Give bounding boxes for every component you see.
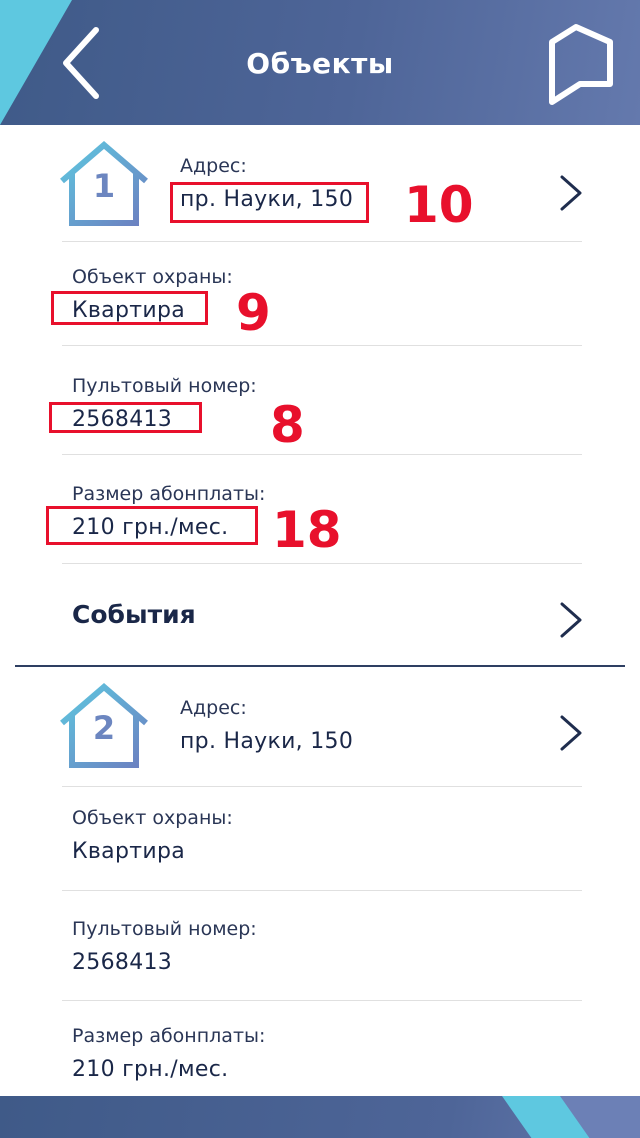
fee-field: Размер абонплаты: 210 грн./мес.: [0, 1001, 640, 1095]
objects-list: 1 Адрес: пр. Науки, 150 Объект охраны: К…: [0, 125, 640, 1095]
separator: [62, 454, 582, 455]
console-number-annotation: 8: [270, 396, 305, 454]
object-number: 2: [92, 709, 116, 747]
events-label: События: [72, 600, 196, 629]
fee-value: 210 грн./мес.: [72, 1057, 229, 1082]
guard-object-annotation: 9: [236, 284, 271, 342]
object-number: 1: [92, 167, 116, 205]
console-number-value: 2568413: [72, 950, 173, 975]
fee-highlight-box: [46, 506, 258, 545]
address-highlight-box: [170, 182, 369, 223]
address-label: Адрес:: [180, 155, 247, 177]
guard-object-field: Объект охраны: Квартира: [0, 787, 640, 895]
chevron-right-icon[interactable]: [556, 713, 586, 753]
app-header: Объекты: [0, 0, 640, 125]
address-annotation: 10: [404, 176, 474, 234]
back-button[interactable]: [56, 26, 106, 100]
guard-object-label: Объект охраны:: [72, 807, 233, 829]
console-number-label: Пультовый номер:: [72, 375, 257, 397]
app-footer: [0, 1096, 640, 1138]
address-value: пр. Науки, 150: [180, 729, 354, 754]
separator: [62, 563, 582, 564]
chevron-right-icon[interactable]: [556, 173, 586, 213]
console-number-label: Пультовый номер:: [72, 918, 257, 940]
events-row[interactable]: События: [0, 568, 640, 668]
guard-object-label: Объект охраны:: [72, 266, 233, 288]
separator: [62, 890, 582, 891]
address-label: Адрес:: [180, 697, 247, 719]
separator: [62, 345, 582, 346]
flag-button[interactable]: [540, 20, 620, 108]
object-card: 2 Адрес: пр. Науки, 150 Объект охраны: К…: [0, 667, 640, 1095]
chevron-right-icon[interactable]: [556, 600, 586, 640]
fee-label: Размер абонплаты:: [72, 483, 266, 505]
console-number-highlight-box: [49, 402, 202, 433]
console-number-field: Пультовый номер: 2568413: [0, 892, 640, 1001]
fee-annotation: 18: [272, 501, 342, 559]
chevron-left-icon: [63, 27, 99, 99]
guard-object-value: Квартира: [72, 839, 185, 864]
address-row[interactable]: 2 Адрес: пр. Науки, 150: [0, 667, 640, 784]
fee-label: Размер абонплаты:: [72, 1025, 266, 1047]
flag-icon: [549, 24, 613, 105]
guard-object-highlight-box: [51, 291, 208, 325]
